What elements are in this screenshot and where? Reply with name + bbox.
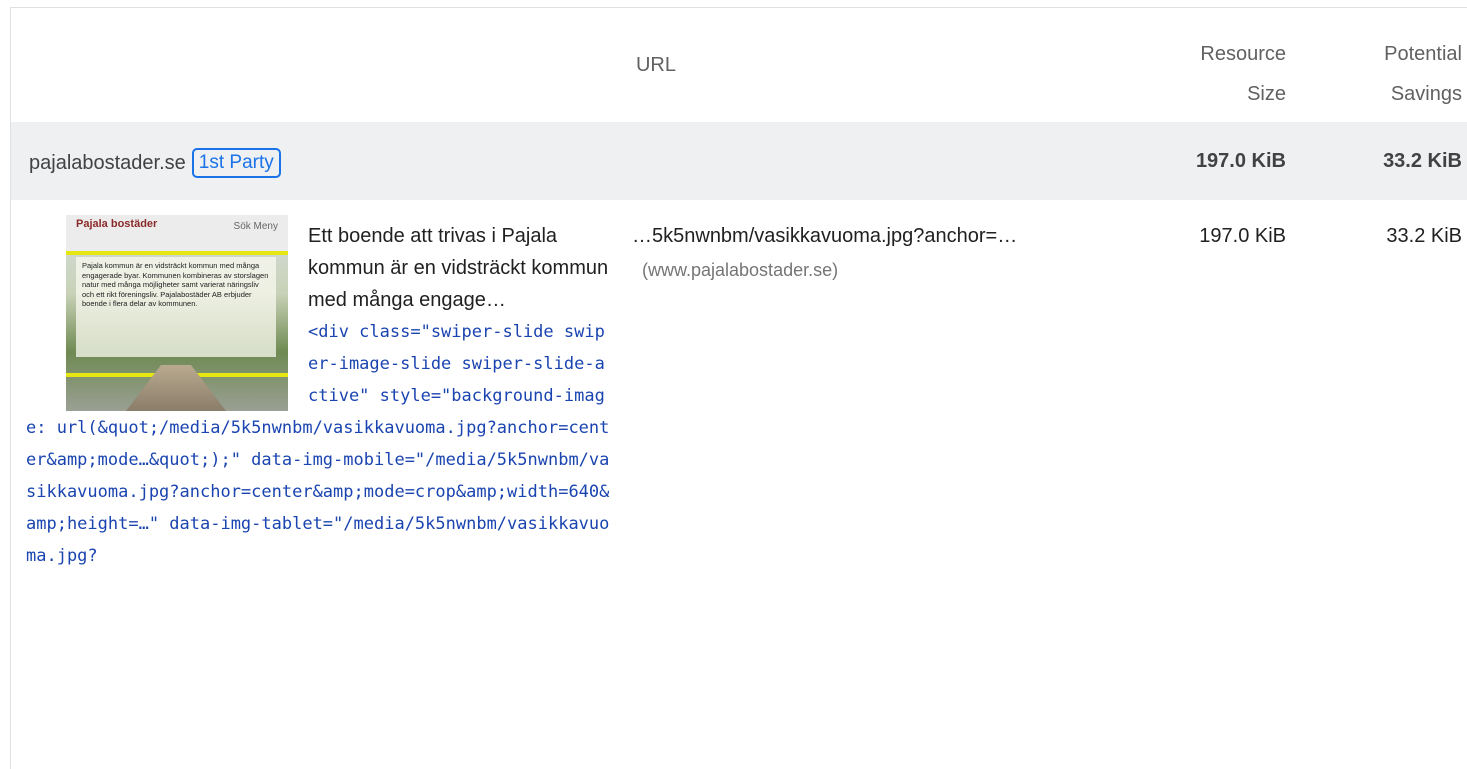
first-party-badge: 1st Party bbox=[191, 148, 281, 178]
url-cell: …5k5nwnbm/vasikkavuoma.jpg?anchor=… (www… bbox=[632, 225, 1017, 281]
entity-name-cell: pajalabostader.se 1st Party bbox=[29, 148, 281, 178]
column-header-potential-savings: Potential Savings bbox=[1384, 34, 1462, 114]
row-potential-savings: 33.2 KiB bbox=[1386, 225, 1462, 247]
resource-host: (www.pajalabostader.se) bbox=[642, 260, 839, 280]
resource-url-link[interactable]: …5k5nwnbm/vasikkavuoma.jpg?anchor=… bbox=[632, 225, 1017, 248]
node-cell[interactable]: Pajala bostäder Sök Meny Pajala kommun ä… bbox=[11, 200, 611, 572]
thumbnail-highlight-top bbox=[66, 251, 288, 255]
row-resource-size: 197.0 KiB bbox=[1199, 225, 1286, 247]
table-header: URL Resource Size Potential Savings bbox=[11, 8, 1467, 122]
resource-table: URL Resource Size Potential Savings paja… bbox=[10, 7, 1467, 769]
group-resource-size: 197.0 KiB bbox=[1195, 150, 1286, 172]
element-screenshot-thumbnail[interactable]: Pajala bostäder Sök Meny Pajala kommun ä… bbox=[66, 215, 288, 411]
entity-group-row: pajalabostader.se 1st Party 197.0 KiB 33.… bbox=[11, 122, 1467, 200]
column-header-potential-savings-line1: Potential bbox=[1384, 43, 1462, 65]
thumbnail-text-box: Pajala kommun är en vidsträckt kommun me… bbox=[76, 257, 276, 357]
column-header-resource-size-line2: Size bbox=[1247, 83, 1286, 105]
column-header-potential-savings-line2: Savings bbox=[1390, 83, 1462, 105]
column-header-resource-size-line1: Resource bbox=[1200, 43, 1286, 65]
column-header-resource-size: Resource Size bbox=[1200, 34, 1286, 114]
thumbnail-boardwalk bbox=[126, 365, 226, 411]
entity-name: pajalabostader.se bbox=[29, 152, 186, 174]
group-potential-savings: 33.2 KiB bbox=[1383, 150, 1462, 172]
column-header-url: URL bbox=[635, 54, 676, 76]
thumbnail-menu-icon: Sök Meny bbox=[233, 221, 278, 232]
thumbnail-logo: Pajala bostäder bbox=[76, 218, 158, 230]
table-row: Pajala bostäder Sök Meny Pajala kommun ä… bbox=[11, 200, 1467, 769]
